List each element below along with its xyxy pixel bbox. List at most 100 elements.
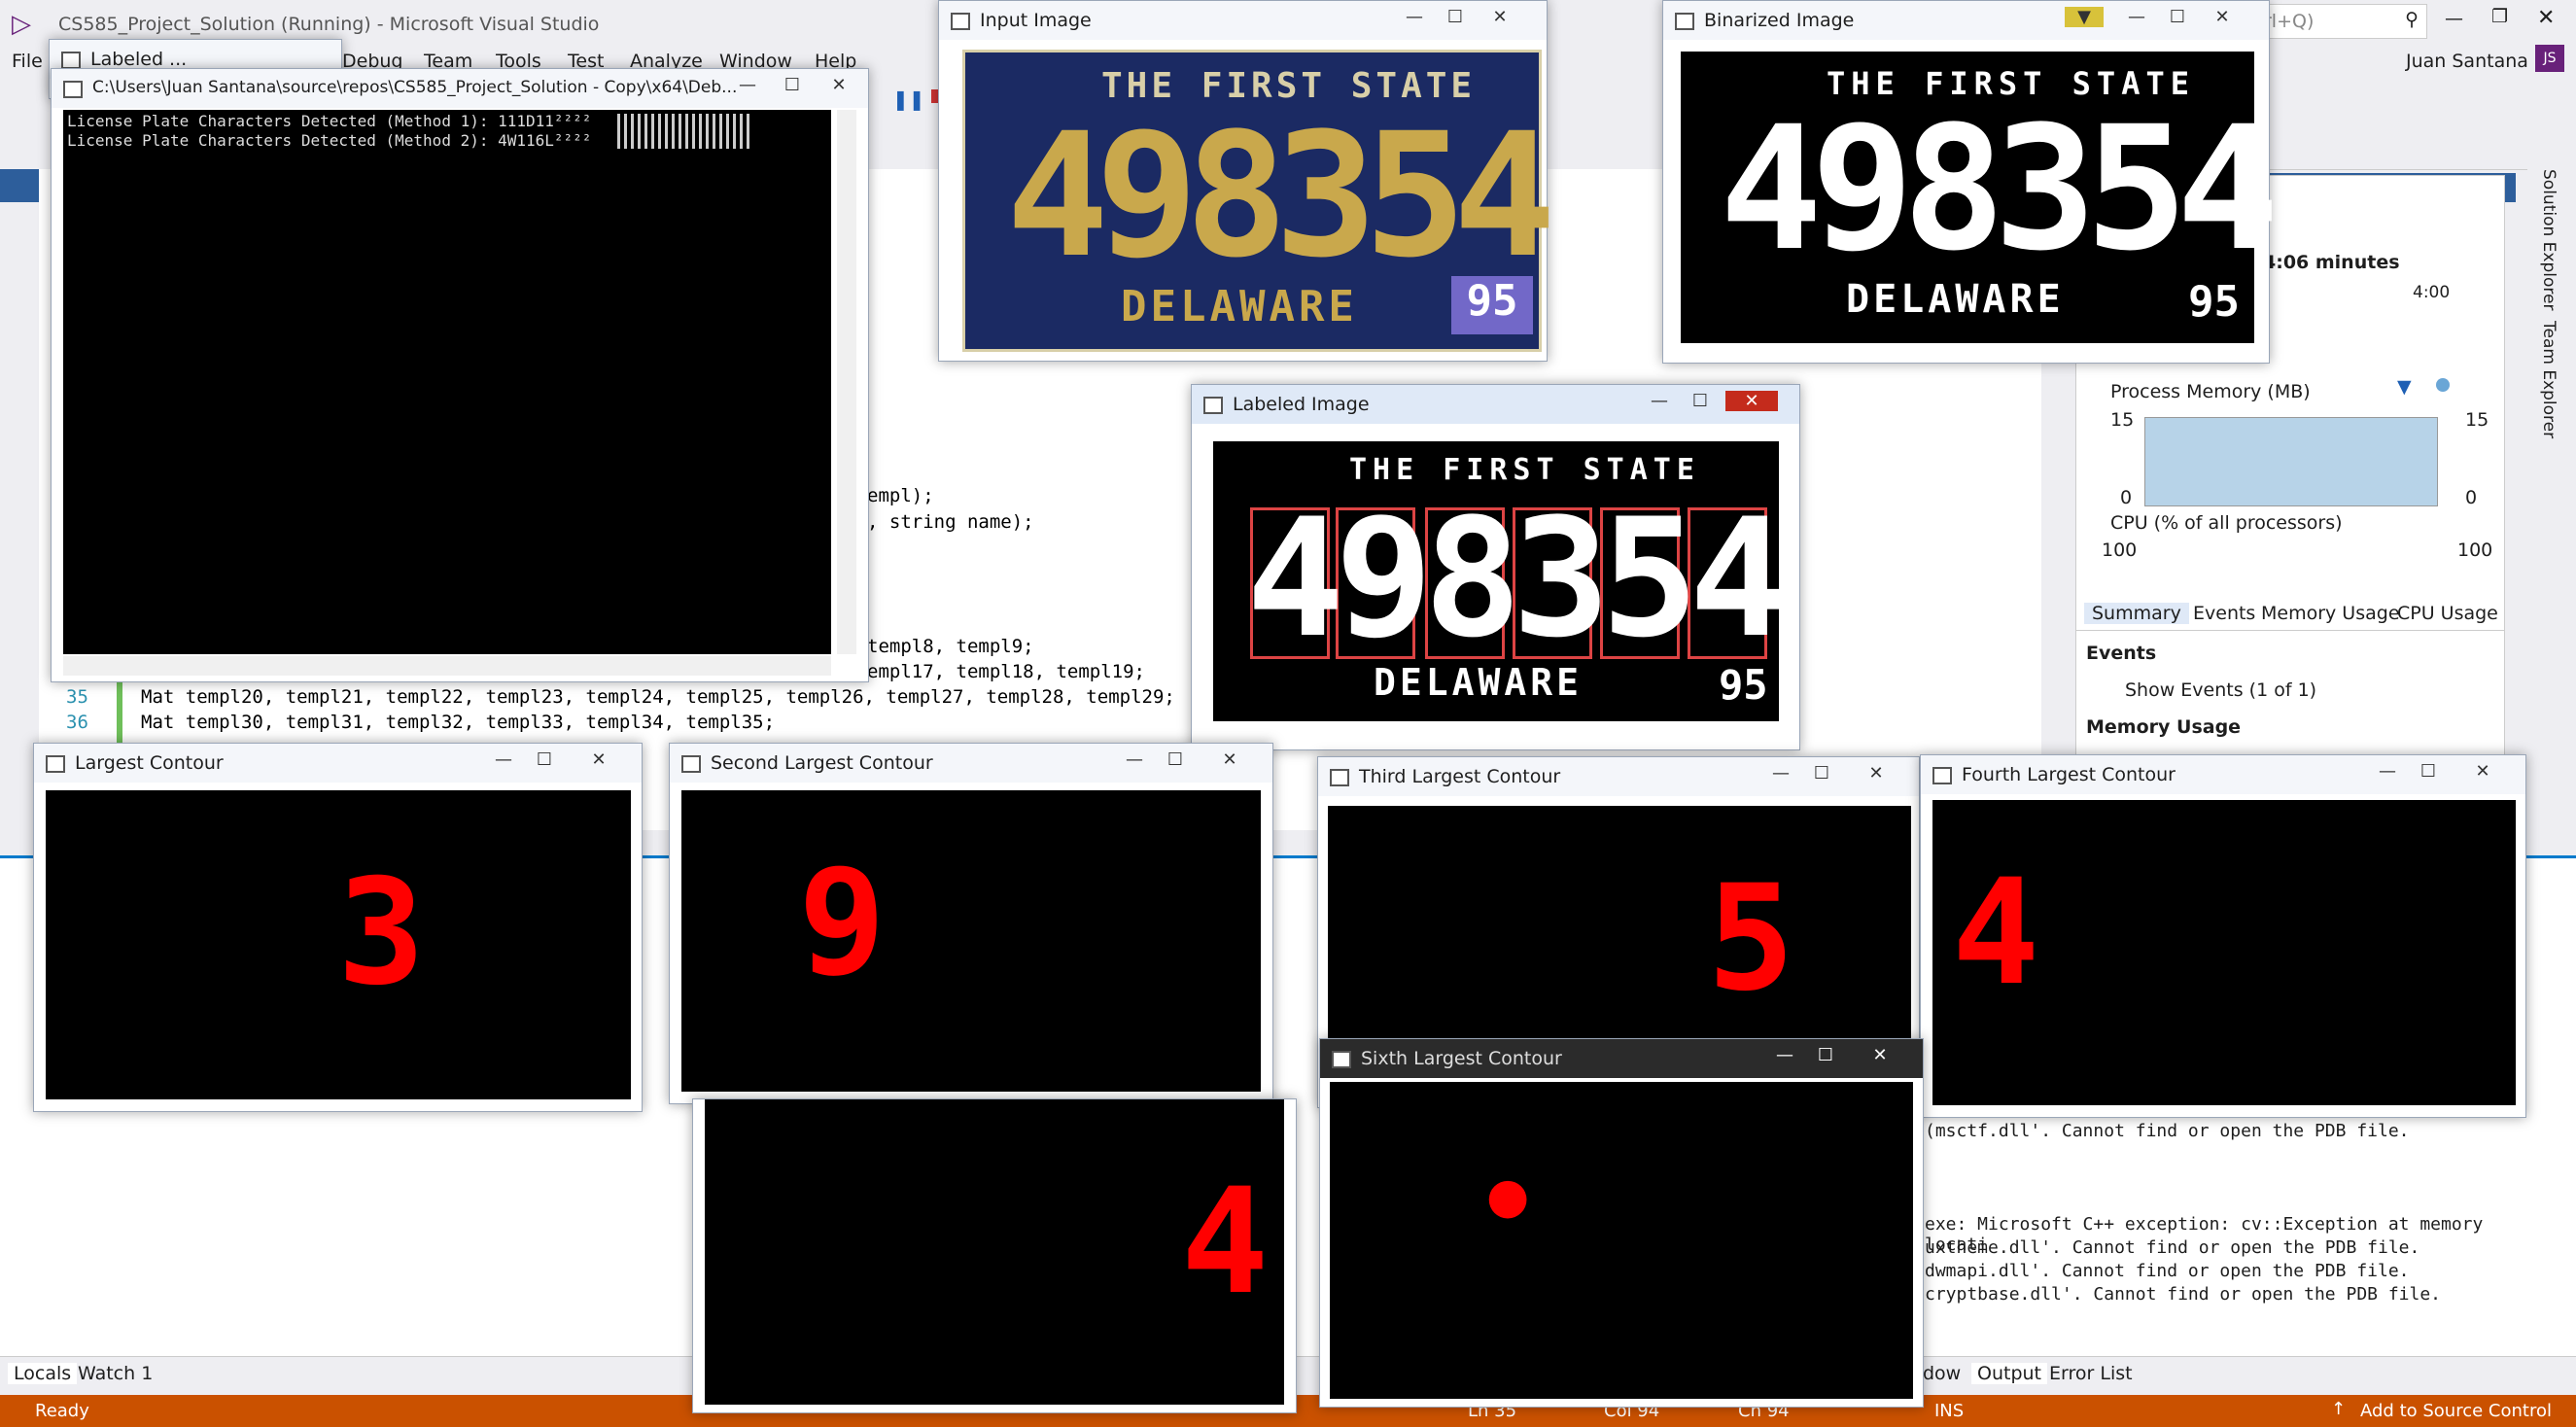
- tab-summary[interactable]: Summary: [2084, 603, 2189, 624]
- minimize-icon[interactable]: —: [1765, 1045, 1804, 1065]
- upload-icon: ↑: [2331, 1399, 2347, 1419]
- maximize-icon[interactable]: ☐: [1681, 391, 1720, 411]
- maximize-icon[interactable]: ☐: [1436, 7, 1475, 27]
- minimize-icon[interactable]: —: [1115, 749, 1154, 770]
- tab-locals[interactable]: Locals: [8, 1363, 78, 1384]
- window-icon: [951, 13, 970, 30]
- console-output: License Plate Characters Detected (Metho…: [63, 110, 831, 654]
- close-icon[interactable]: ✕: [1857, 763, 1896, 783]
- search-icon: ⚲: [2405, 9, 2419, 30]
- contour-digit: 3: [337, 849, 426, 1018]
- close-icon[interactable]: ✕: [2463, 761, 2502, 782]
- code-line: empl17, templ18, templ19;: [867, 661, 1145, 682]
- minimize-icon[interactable]: —: [1761, 763, 1800, 783]
- second-contour-titlebar: Second Largest Contour — ☐ ✕: [670, 744, 1272, 783]
- fifth-contour-image: 4: [705, 1099, 1284, 1405]
- plate-bottom-text: DELAWARE: [1374, 661, 1584, 704]
- code-line: Mat templ20, templ21, templ22, templ23, …: [141, 686, 1175, 708]
- memory-chart-label: Process Memory (MB): [2110, 381, 2311, 402]
- second-contour-window[interactable]: Second Largest Contour — ☐ ✕ 9: [669, 743, 1273, 1104]
- restore-icon[interactable]: ❐: [2491, 6, 2508, 27]
- plate-top-text: THE FIRST STATE: [1349, 453, 1700, 487]
- window-title: Fourth Largest Contour: [1962, 764, 2176, 785]
- tab-events[interactable]: Events: [2193, 603, 2255, 624]
- tab-error-list[interactable]: Error List: [2049, 1363, 2133, 1384]
- close-icon[interactable]: ✕: [2537, 6, 2555, 30]
- window-icon: [61, 52, 81, 69]
- tab-window[interactable]: dow: [1923, 1363, 1961, 1384]
- binarized-image: THE FIRST STATE 498354 DELAWARE 95: [1681, 52, 2280, 343]
- close-icon[interactable]: ✕: [1861, 1045, 1899, 1065]
- code-line: Mat templ30, templ31, templ32, templ33, …: [141, 712, 776, 733]
- window-title: Input Image: [980, 10, 1092, 31]
- maximize-icon[interactable]: ☐: [2409, 761, 2448, 782]
- minimize-icon[interactable]: —: [2117, 7, 2156, 27]
- fourth-contour-window[interactable]: Fourth Largest Contour — ☐ ✕ 4: [1920, 754, 2526, 1118]
- filter-icon[interactable]: ▼: [2397, 376, 2412, 398]
- largest-contour-window[interactable]: Largest Contour — ☐ ✕ 3: [33, 743, 643, 1112]
- window-title: Largest Contour: [75, 752, 224, 774]
- window-icon: [1932, 767, 1952, 784]
- minimize-icon[interactable]: —: [484, 749, 523, 770]
- input-image-window[interactable]: Input Image — ☐ ✕ THE FIRST STATE 498354…: [938, 0, 1556, 362]
- solution-explorer-tab[interactable]: Solution Explorer: [2539, 169, 2559, 310]
- window-icon: [1330, 769, 1349, 786]
- tab-cpu-usage[interactable]: CPU Usage: [2397, 603, 2498, 624]
- close-icon[interactable]: ✕: [1480, 7, 1519, 27]
- labeled-image: THE FIRST STATE 498354 DELAWARE 95: [1213, 441, 1788, 721]
- team-explorer-tab[interactable]: Team Explorer: [2539, 321, 2559, 438]
- fifth-contour-window[interactable]: 4: [692, 1098, 1297, 1413]
- close-icon[interactable]: ✕: [819, 75, 858, 95]
- fourth-contour-image: 4: [1932, 800, 2516, 1105]
- labeled-image-window[interactable]: Labeled Image — ☐ ✕ THE FIRST STATE 4983…: [1191, 384, 1800, 750]
- window-icon: [46, 755, 65, 773]
- maximize-icon[interactable]: ☐: [1156, 749, 1195, 770]
- user-avatar[interactable]: JS: [2535, 45, 2564, 72]
- menu-file[interactable]: File: [12, 51, 43, 72]
- maximize-icon[interactable]: ☐: [2158, 7, 2197, 27]
- console-scrollbar[interactable]: [837, 110, 856, 654]
- contour-digit: 9: [798, 839, 887, 1008]
- console-line-2: License Plate Characters Detected (Metho…: [67, 131, 592, 150]
- cpu-axis-max-right: 100: [2457, 539, 2493, 561]
- minimize-icon[interactable]: —: [2368, 761, 2407, 782]
- cpu-axis-max: 100: [2102, 539, 2138, 561]
- maximize-icon[interactable]: ☐: [1806, 1045, 1845, 1065]
- close-icon[interactable]: ✕: [2203, 7, 2242, 27]
- plate-color-image: THE FIRST STATE 498354 DELAWARE 95: [962, 50, 1556, 352]
- add-to-source-control[interactable]: Add to Source Control: [2360, 1401, 2552, 1421]
- labeled-titlebar: Labeled Image — ☐ ✕: [1192, 385, 1799, 424]
- output-line: uxtheme.dll'. Cannot find or open the PD…: [1925, 1237, 2420, 1258]
- vs-window-title: CS585_Project_Solution (Running) - Micro…: [58, 14, 600, 35]
- output-line: dwmapi.dll'. Cannot find or open the PDB…: [1925, 1261, 2410, 1281]
- tab-output[interactable]: Output: [1971, 1363, 2047, 1384]
- tab-watch-1[interactable]: Watch 1: [78, 1363, 153, 1384]
- maximize-icon[interactable]: ☐: [525, 749, 564, 770]
- window-title: Binarized Image: [1704, 10, 1855, 31]
- plate-sticker: 95: [1719, 661, 1768, 709]
- console-hscrollbar[interactable]: [63, 656, 831, 676]
- close-icon[interactable]: ✕: [1725, 391, 1778, 411]
- show-events-link[interactable]: Show Events (1 of 1): [2125, 679, 2316, 701]
- contour-digit: 4: [1952, 849, 2040, 1018]
- contour-dot: •: [1476, 1140, 1541, 1265]
- maximize-icon[interactable]: ☐: [1802, 763, 1841, 783]
- minimize-icon[interactable]: —: [728, 75, 767, 95]
- minimize-icon[interactable]: —: [1640, 391, 1679, 411]
- snapshot-icon[interactable]: [2436, 378, 2450, 392]
- minimize-icon[interactable]: —: [2445, 8, 2463, 29]
- vs-search-box[interactable]: rl+Q) ⚲: [2255, 4, 2427, 39]
- close-icon[interactable]: ✕: [579, 749, 618, 770]
- tab-memory-usage[interactable]: Memory Usage: [2261, 603, 2400, 624]
- console-window[interactable]: C:\Users\Juan Santana\source\repos\CS585…: [51, 68, 869, 682]
- console-titlebar: C:\Users\Juan Santana\source\repos\CS585…: [52, 69, 868, 108]
- binarized-image-window[interactable]: Binarized Image ▼ — ☐ ✕ THE FIRST STATE …: [1662, 0, 2280, 364]
- pause-icon[interactable]: ❚❚: [892, 87, 925, 111]
- close-icon[interactable]: ✕: [1210, 749, 1249, 770]
- sixth-contour-window[interactable]: Sixth Largest Contour — ☐ ✕ •: [1319, 1038, 1924, 1408]
- pin-icon[interactable]: ▼: [2065, 7, 2104, 27]
- minimize-icon[interactable]: —: [1395, 7, 1434, 27]
- user-name[interactable]: Juan Santana: [2406, 51, 2528, 72]
- garbage-pattern: [617, 114, 753, 149]
- maximize-icon[interactable]: ☐: [773, 75, 812, 95]
